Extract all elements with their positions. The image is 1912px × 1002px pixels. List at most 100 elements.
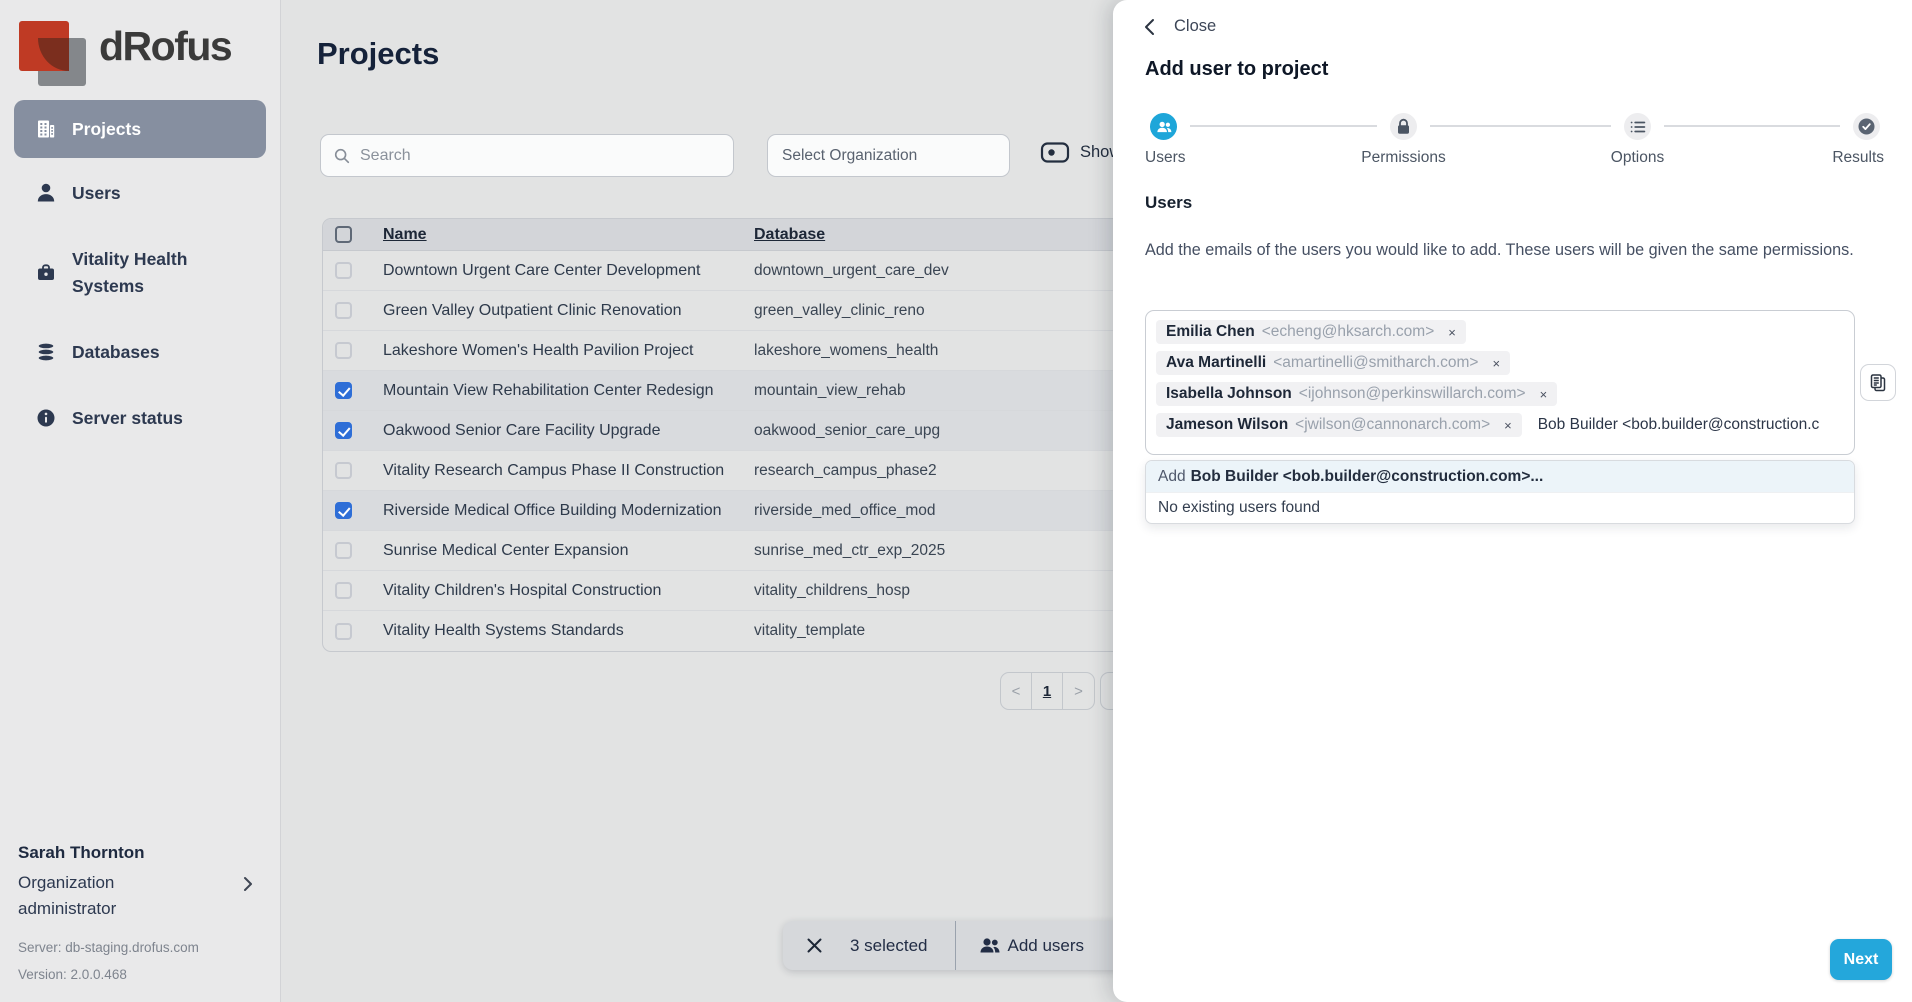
pagination-page-1[interactable]: 1 (1032, 673, 1063, 709)
suggestion-add-email[interactable]: Add Bob Builder <bob.builder@constructio… (1146, 461, 1854, 492)
chip-name: Ava Martinelli (1166, 354, 1266, 372)
email-chip: Isabella Johnson <ijohnson@perkinswillarc… (1156, 382, 1557, 406)
remove-chip-icon[interactable] (1504, 419, 1512, 432)
sidebar-item-server-status[interactable]: Server status (14, 400, 266, 436)
suggestion-email: Bob Builder <bob.builder@construction.co… (1191, 468, 1544, 486)
select-all-checkbox[interactable] (335, 226, 352, 243)
step-connector (1190, 125, 1377, 127)
briefcase-icon (35, 262, 57, 284)
column-header-name[interactable]: Name (383, 226, 427, 243)
email-suggestions-dropdown: Add Bob Builder <bob.builder@constructio… (1145, 460, 1855, 524)
close-label: Close (1174, 17, 1216, 36)
section-title: Users (1145, 193, 1192, 213)
step-results[interactable] (1853, 113, 1880, 140)
database-icon (35, 341, 57, 363)
step-label-results: Results (1774, 149, 1884, 167)
row-checkbox[interactable] (335, 422, 352, 439)
project-name: Sunrise Medical Center Expansion (383, 542, 754, 560)
pagination-prev-button[interactable]: < (1001, 673, 1032, 709)
users-icon (1156, 120, 1172, 134)
sidebar-item-users[interactable]: Users (14, 175, 266, 211)
email-input-value[interactable]: Bob Builder <bob.builder@construction.c (1538, 416, 1820, 434)
close-panel-button[interactable]: Close (1143, 17, 1216, 36)
selection-count: 3 selected (850, 936, 928, 956)
step-label-users: Users (1145, 149, 1185, 167)
chip-email: <amartinelli@smitharch.com> (1273, 354, 1478, 372)
add-users-button[interactable]: Add users (1008, 936, 1085, 956)
row-checkbox[interactable] (335, 342, 352, 359)
email-chip: Emilia Chen<echeng@hksarch.com> (1156, 320, 1466, 344)
step-connector (1664, 125, 1840, 127)
user-role[interactable]: Organization administrator (18, 870, 168, 922)
chip-name: Isabella Johnson (1166, 385, 1292, 403)
row-checkbox[interactable] (335, 623, 352, 640)
toggle-icon (1040, 141, 1070, 164)
panel-title: Add user to project (1145, 58, 1328, 81)
project-name: Vitality Health Systems Standards (383, 622, 754, 640)
sidebar-item-vitality-health-systems[interactable]: Vitality Health Systems (14, 244, 266, 301)
info-icon (35, 407, 57, 429)
check-circle-icon (1858, 118, 1875, 135)
row-checkbox[interactable] (335, 502, 352, 519)
organization-select[interactable]: Select Organization (767, 134, 1010, 177)
row-checkbox[interactable] (335, 542, 352, 559)
divider (955, 921, 956, 970)
pagination-next-button[interactable]: > (1063, 673, 1094, 709)
search-box (320, 134, 734, 177)
row-checkbox[interactable] (335, 302, 352, 319)
row-checkbox[interactable] (335, 262, 352, 279)
row-checkbox[interactable] (335, 382, 352, 399)
lock-icon (1396, 118, 1411, 135)
step-label-permissions: Permissions (1343, 149, 1464, 167)
chip-name: Jameson Wilson (1166, 416, 1288, 434)
suggestion-empty: No existing users found (1146, 492, 1854, 523)
step-permissions[interactable] (1390, 113, 1417, 140)
sidebar: dRofus Projects Users Vitality Health Sy… (0, 0, 281, 1002)
row-checkbox[interactable] (335, 582, 352, 599)
section-description: Add the emails of the users you would li… (1145, 237, 1859, 263)
sidebar-item-databases[interactable]: Databases (14, 334, 266, 370)
project-name: Vitality Research Campus Phase II Constr… (383, 462, 754, 480)
step-users[interactable] (1150, 113, 1177, 140)
organization-select-value: Select Organization (782, 147, 917, 165)
logo-wordmark: dRofus (99, 23, 231, 70)
remove-chip-icon[interactable] (1448, 326, 1456, 339)
clear-selection-icon[interactable] (805, 936, 824, 955)
project-name: Riverside Medical Office Building Modern… (383, 502, 754, 520)
search-icon (333, 147, 351, 165)
remove-chip-icon[interactable] (1540, 388, 1548, 401)
chevron-right-icon[interactable] (238, 874, 258, 899)
email-chip: Ava Martinelli <amartinelli@smitharch.com… (1156, 351, 1510, 375)
row-checkbox[interactable] (335, 462, 352, 479)
clipboard-icon (1869, 373, 1887, 393)
column-header-database[interactable]: Database (754, 226, 825, 243)
next-button[interactable]: Next (1830, 939, 1892, 980)
sidebar-item-label: Server status (72, 405, 183, 432)
search-input[interactable] (360, 147, 721, 165)
chip-email: <ijohnson@perkinswillarch.com> (1299, 385, 1526, 403)
paste-from-clipboard-button[interactable] (1860, 364, 1896, 401)
sidebar-item-projects[interactable]: Projects (14, 100, 266, 158)
sidebar-item-label: Projects (72, 116, 141, 143)
project-name: Mountain View Rehabilitation Center Rede… (383, 382, 754, 400)
show-toggle[interactable]: Show (1040, 141, 1121, 164)
email-tags-input[interactable]: Emilia Chen<echeng@hksarch.com> Ava Mart… (1145, 310, 1855, 455)
step-options[interactable] (1624, 113, 1651, 140)
user-name: Sarah Thornton (18, 843, 145, 863)
chip-name: Emilia Chen (1166, 323, 1255, 341)
remove-chip-icon[interactable] (1492, 357, 1500, 370)
list-icon (1630, 120, 1646, 134)
project-name: Downtown Urgent Care Center Development (383, 262, 754, 280)
project-name: Oakwood Senior Care Facility Upgrade (383, 422, 754, 440)
sidebar-item-label: Vitality Health Systems (72, 246, 247, 300)
sidebar-item-label: Databases (72, 339, 160, 366)
project-name: Lakeshore Women's Health Pavilion Projec… (383, 342, 754, 360)
project-name: Vitality Children's Hospital Constructio… (383, 582, 754, 600)
user-icon (35, 182, 57, 204)
email-chip: Jameson Wilson<jwilson@cannonarch.com> (1156, 413, 1522, 437)
suggestion-prefix: Add (1158, 468, 1186, 486)
pagination: < 1 > (1000, 672, 1095, 710)
step-connector (1430, 125, 1611, 127)
add-user-panel: Close Add user to project Users Permissi… (1113, 0, 1912, 1002)
building-icon (35, 118, 57, 140)
